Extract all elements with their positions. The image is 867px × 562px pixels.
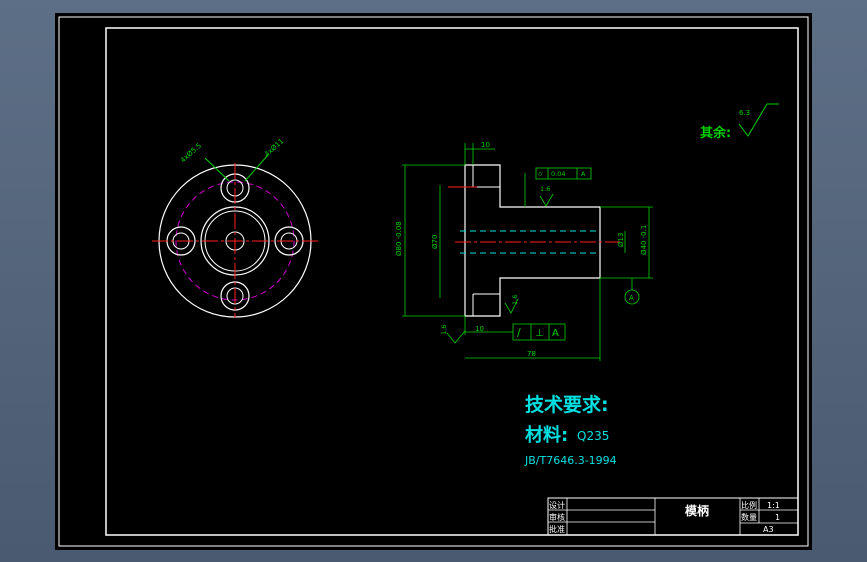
side-view: 10 Ø80 -0.08 Ø70 Ø40 -0.1 Ø13 10 78 1.6 … xyxy=(395,141,653,361)
dim-bore-dia: Ø13 xyxy=(617,233,625,247)
title-scale-label: 比例 xyxy=(741,500,757,510)
roughness-inner: 1.6 xyxy=(440,325,448,335)
tolerance-top-symbol: ⌭ xyxy=(538,170,543,178)
tolerance-bottom-perp: ⊥ xyxy=(535,328,544,339)
part-outline xyxy=(464,164,601,317)
cad-drawing: 4xØ5.5 4xØ11 10 Ø80 -0.08 Ø70 Ø40 -0.1 Ø… xyxy=(58,16,809,547)
title-qty-value: 1 xyxy=(775,513,780,522)
title-block: 设计 审核 批准 模柄 比例 1:1 数量 1 A3 xyxy=(547,497,799,536)
tech-requirements-title: 技术要求: xyxy=(525,393,609,416)
datum-marker-label: A xyxy=(629,294,634,302)
tolerance-top-datum: A xyxy=(581,170,586,178)
roughness-shaft: 1.6 xyxy=(540,185,550,193)
inner-border xyxy=(105,27,799,536)
tolerance-bottom-symbol: ∕ xyxy=(517,326,521,339)
technical-requirements: 技术要求: 材料: Q235 JB/T7646.3-1994 xyxy=(524,393,617,467)
dim-flange-thickness: 10 xyxy=(481,141,490,149)
surface-note-label: 其余: xyxy=(700,125,731,141)
dim-total-length: 78 xyxy=(527,350,536,358)
surface-note-value: 6.3 xyxy=(739,109,750,117)
hole-large-callout: 4xØ11 xyxy=(263,137,285,158)
title-row-designed: 设计 xyxy=(549,500,565,510)
surface-roughness-note: 其余: 6.3 xyxy=(700,103,779,141)
standard-text: JB/T7646.3-1994 xyxy=(524,454,617,467)
dim-shaft-dia: Ø40 -0.1 xyxy=(640,225,648,255)
title-part-name: 模柄 xyxy=(685,503,709,518)
tolerance-top-value: 0.04 xyxy=(551,170,565,178)
hole-small-callout: 4xØ5.5 xyxy=(179,142,203,165)
roughness-flange: 1.6 xyxy=(511,295,519,305)
leader-large-hole xyxy=(244,154,269,182)
title-qty-label: 数量 xyxy=(741,512,757,522)
material-value: Q235 xyxy=(577,429,609,443)
material-label: 材料: xyxy=(525,424,568,446)
title-row-approved: 批准 xyxy=(549,524,565,534)
cad-drawing-canvas[interactable]: 4xØ5.5 4xØ11 10 Ø80 -0.08 Ø70 Ø40 -0.1 Ø… xyxy=(55,13,812,550)
title-paper-size: A3 xyxy=(763,525,774,534)
front-view: 4xØ5.5 4xØ11 xyxy=(152,137,318,318)
dim-flange-dia: Ø80 -0.08 xyxy=(395,221,403,256)
tolerance-bottom-datum: A xyxy=(552,328,559,339)
title-row-checked: 审核 xyxy=(549,512,565,522)
dim-bottom-width: 10 xyxy=(475,325,484,333)
dim-inner-dia: Ø70 xyxy=(431,235,439,249)
title-scale-value: 1:1 xyxy=(767,501,780,510)
